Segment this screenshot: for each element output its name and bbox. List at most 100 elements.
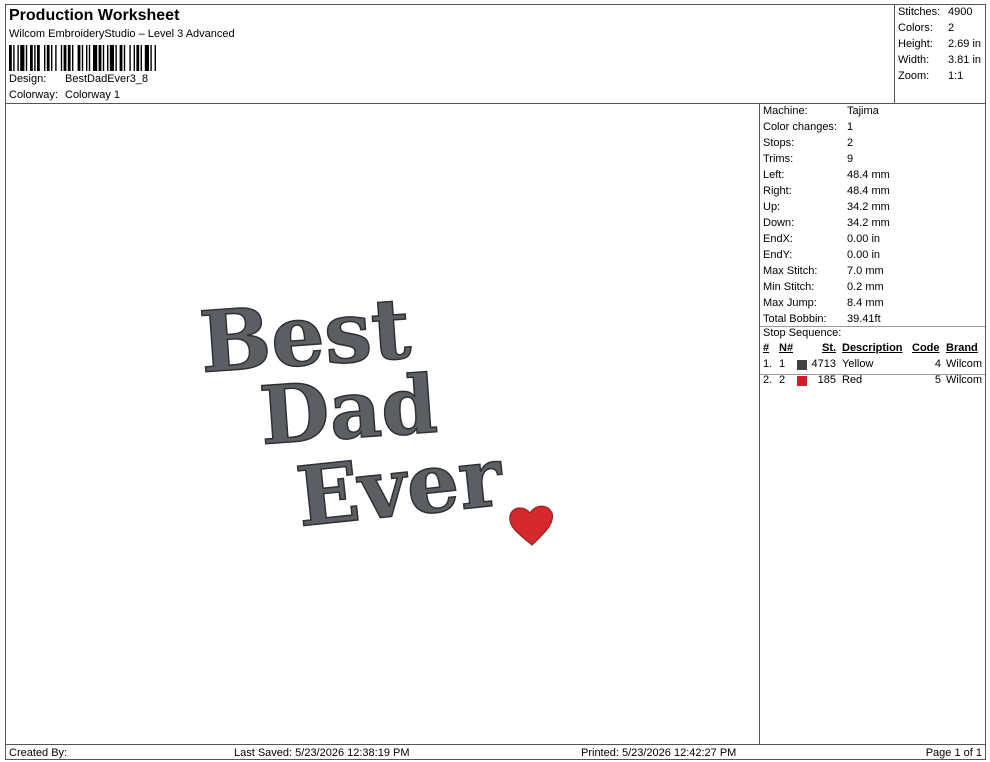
row-stitches: 185 (817, 374, 836, 386)
row-description: Red (842, 374, 863, 386)
row-brand: Wilcom (946, 374, 983, 386)
row-description: Yellow (842, 358, 874, 370)
barcode-bar (55, 45, 57, 71)
barcode-bar (98, 45, 102, 71)
barcode-bar (102, 45, 105, 71)
barcode-bar (67, 45, 71, 71)
row-index: 1. (763, 358, 773, 370)
prop-label: EndX: (763, 233, 793, 245)
page-number: Page 1 of 1 (925, 747, 982, 759)
design-text-ever: Ever (292, 429, 508, 546)
prop-label: Down: (763, 217, 795, 229)
summary-label: Colors: (898, 22, 933, 34)
barcode-bar (119, 45, 123, 71)
prop-value: 2 (847, 137, 854, 149)
barcode-bar (13, 45, 15, 71)
barcode-bar (140, 45, 142, 71)
design-label: Design: (9, 73, 47, 85)
prop-trims: Trims: 9 (763, 153, 853, 165)
barcode-bar (115, 45, 117, 71)
prop-label: Left: (763, 169, 785, 181)
summary-label: Height: (898, 38, 933, 50)
divider (760, 374, 985, 375)
barcode-bar (109, 45, 114, 71)
prop-value: 1 (847, 121, 854, 133)
summary-value: 2 (948, 22, 955, 34)
prop-value: 34.2 mm (847, 201, 890, 213)
prop-label: Trims: (763, 153, 794, 165)
col-code: Code (912, 342, 940, 354)
summary-panel: Stitches: 4900 Colors: 2 Height: 2.69 in Wi… (895, 5, 985, 104)
design-preview: Best Dad Ever (6, 104, 760, 744)
embroidery-design: Best Dad Ever (196, 278, 554, 547)
prop-label: Color changes: (763, 121, 837, 133)
summary-label: Zoom: (898, 70, 930, 82)
prop-down: Down: 34.2 mm (763, 217, 890, 229)
summary-value: 1:1 (948, 70, 964, 82)
barcode-bar (44, 45, 46, 71)
prop-color-changes: Color changes: 1 (763, 121, 853, 133)
row-index: 2. (763, 374, 773, 386)
prop-value: 9 (847, 153, 854, 165)
summary-label: Width: (898, 54, 930, 66)
prop-endx: EndX: 0.00 in (763, 233, 880, 245)
row-code: 4 (934, 358, 941, 370)
prop-label: Stops: (763, 137, 795, 149)
prop-left: Left: 48.4 mm (763, 169, 890, 181)
row-stitches: 4713 (811, 358, 836, 370)
summary-stitches: Stitches: 4900 (898, 6, 972, 18)
prop-label: Up: (763, 201, 781, 213)
summary-width: Width: 3.81 in (898, 54, 981, 66)
summary-colors: Colors: 2 (898, 22, 954, 34)
table-row: 2. 2 185 Red 5 Wilcom (760, 373, 985, 389)
barcode-bar (81, 45, 84, 71)
prop-value: 0.00 in (847, 249, 881, 261)
prop-value: 0.00 in (847, 233, 881, 245)
stop-sequence-table: # N# St. Description Code Brand 1. 1 471… (760, 341, 985, 389)
barcode-bar (150, 45, 152, 71)
stop-sequence-title: Stop Sequence: (763, 327, 842, 339)
color-swatch (797, 360, 807, 370)
barcode-bar (129, 45, 131, 71)
barcode-bar (72, 45, 74, 71)
barcode-bar (63, 45, 67, 71)
prop-value: 48.4 mm (847, 169, 890, 181)
col-stitches: St. (822, 342, 837, 354)
colorway-value: Colorway 1 (65, 89, 121, 101)
row-code: 5 (934, 374, 941, 386)
prop-right: Right: 48.4 mm (763, 185, 890, 197)
prop-value: 39.41ft (847, 313, 881, 325)
worksheet-header: Production Worksheet Wilcom EmbroiderySt… (6, 5, 895, 104)
color-swatch (797, 376, 807, 386)
prop-value: 7.0 mm (847, 265, 884, 277)
barcode-bar (77, 45, 81, 71)
barcode-bar (37, 45, 40, 71)
production-worksheet: Production Worksheet Wilcom EmbroiderySt… (5, 4, 986, 760)
barcode-bar (20, 45, 25, 71)
prop-label: Right: (763, 185, 792, 197)
summary-label: Stitches: (898, 6, 941, 18)
barcode-bar (86, 45, 88, 71)
table-row: 1. 1 4713 Yellow 4 Wilcom (760, 357, 985, 373)
barcode-bar (34, 45, 36, 71)
prop-label: Machine: (763, 105, 808, 117)
prop-label: Total Bobbin: (763, 313, 827, 325)
prop-value: 0.2 mm (847, 281, 884, 293)
barcode-image (9, 45, 156, 71)
printed-date: Printed: 5/23/2026 12:42:27 PM (581, 747, 737, 759)
col-index: # (763, 342, 770, 354)
row-needle: 2 (779, 374, 786, 386)
prop-value: 34.2 mm (847, 217, 890, 229)
barcode-bar (30, 45, 33, 71)
row-brand: Wilcom (946, 358, 983, 370)
table-header-row: # N# St. Description Code Brand (760, 341, 985, 357)
page-title: Production Worksheet (9, 7, 180, 24)
summary-zoom: Zoom: 1:1 (898, 70, 963, 82)
barcode-bar (136, 45, 140, 71)
summary-height: Height: 2.69 in (898, 38, 981, 50)
summary-value: 4900 (948, 6, 973, 18)
design-value: BestDadEver3_8 (65, 73, 149, 85)
design-row: Design: BestDadEver3_8 (9, 73, 148, 85)
software-name: Wilcom EmbroideryStudio – Level 3 Advanc… (9, 28, 235, 40)
barcode-bar (123, 45, 126, 71)
